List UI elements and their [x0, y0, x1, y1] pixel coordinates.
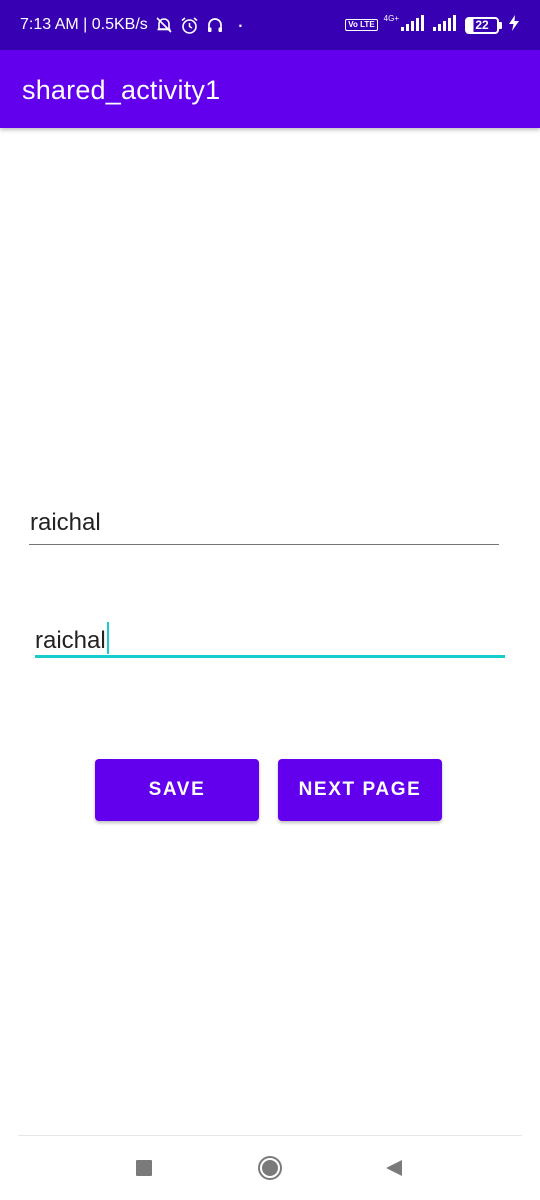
battery-body: 22: [465, 16, 499, 34]
status-right: Vo LTE 4G+ 22: [345, 0, 520, 50]
status-dot: ·: [236, 12, 245, 37]
recents-square-icon: [136, 1160, 152, 1176]
signal-icon: [401, 14, 427, 36]
name-input-1-value: raichal: [30, 509, 101, 536]
headphones-icon: [206, 16, 224, 34]
name-input-2-wrap: raichal: [35, 622, 109, 655]
recents-button[interactable]: [114, 1136, 174, 1200]
back-triangle-icon: [386, 1160, 402, 1176]
save-button[interactable]: SAVE: [95, 759, 259, 821]
home-circle-icon: [258, 1156, 282, 1180]
next-page-button[interactable]: NEXT PAGE: [278, 759, 442, 821]
status-bar: 7:13 AM | 0.5KB/s · Vo LTE 4G+ 22: [0, 0, 540, 50]
name-input-2-value: raichal: [35, 627, 106, 654]
nav-bar: [0, 1136, 540, 1200]
back-button[interactable]: [364, 1136, 424, 1200]
alarm-icon: [180, 16, 199, 35]
mute-bell-icon: [155, 16, 173, 34]
status-time-speed: 7:13 AM | 0.5KB/s: [20, 16, 148, 33]
battery-tip: [499, 21, 502, 29]
app-title: shared_activity1: [22, 75, 221, 105]
network-type: 4G+: [383, 14, 399, 23]
screen: 7:13 AM | 0.5KB/s · Vo LTE 4G+ 22 shared…: [0, 0, 540, 1200]
name-input-2[interactable]: raichal: [35, 614, 505, 658]
home-button[interactable]: [240, 1136, 300, 1200]
volte-badge: Vo LTE: [345, 19, 378, 31]
name-input-1[interactable]: raichal: [29, 503, 499, 545]
battery-icon: 22: [465, 16, 502, 34]
app-bar: shared_activity1: [0, 50, 540, 128]
battery-level: 22: [475, 18, 489, 32]
status-left: 7:13 AM | 0.5KB/s ·: [20, 0, 244, 50]
signal-icon: [433, 14, 459, 36]
charging-bolt-icon: [508, 14, 520, 36]
text-cursor: [106, 622, 109, 654]
